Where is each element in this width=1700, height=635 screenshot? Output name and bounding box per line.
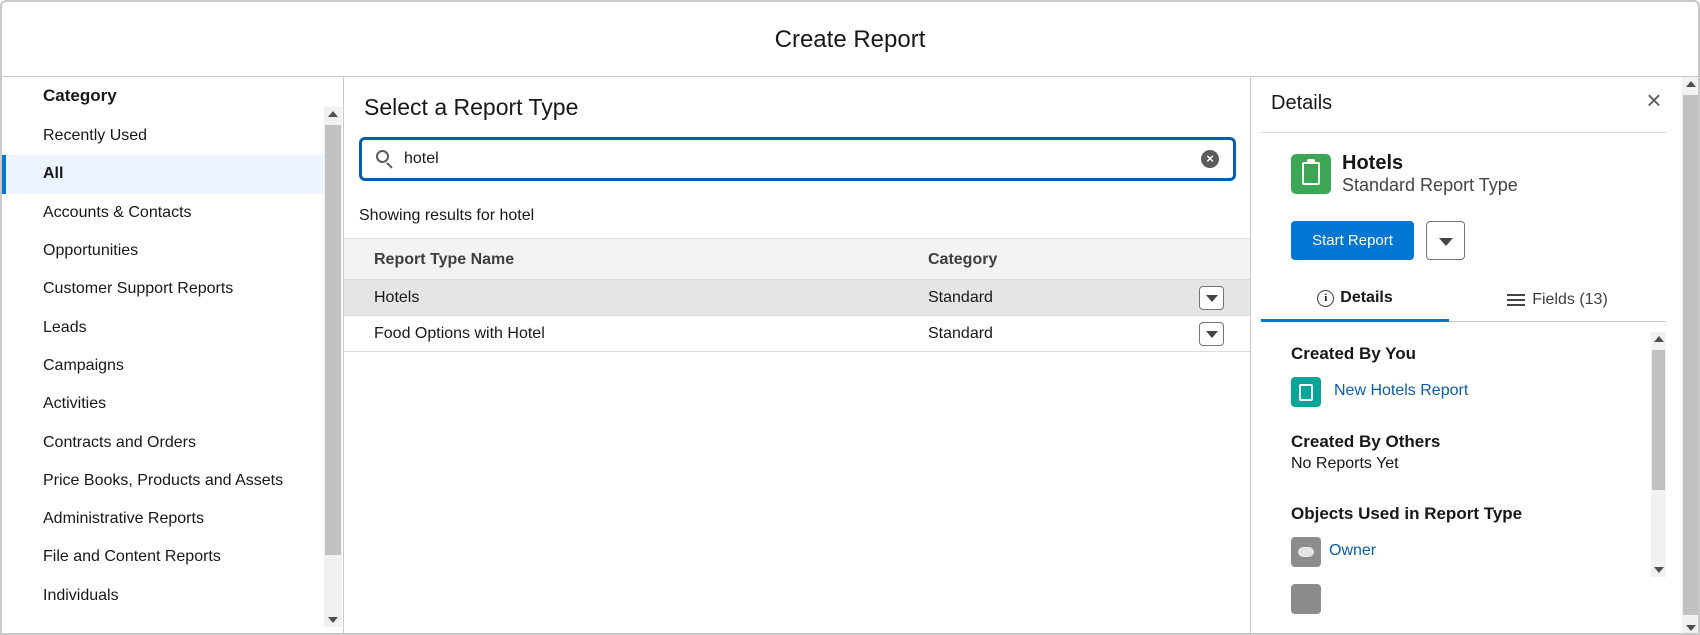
results-note: Showing results for hotel — [359, 207, 535, 224]
category-item-all[interactable]: All — [2, 155, 324, 194]
category-item-contracts-orders[interactable]: Contracts and Orders — [2, 423, 324, 461]
modal-title: Create Report — [774, 26, 926, 53]
create-report-modal: Create Report Category Recently Used All… — [0, 0, 1700, 635]
sidebar-scroll-thumb[interactable] — [325, 125, 341, 555]
scroll-up-arrow[interactable] — [1653, 336, 1664, 342]
table-header: Report Type Name Category — [344, 238, 1250, 280]
category-item-administrative-reports[interactable]: Administrative Reports — [2, 500, 324, 538]
category-item-price-books[interactable]: Price Books, Products and Assets — [2, 462, 324, 500]
row-category: Standard — [928, 289, 993, 306]
report-icon — [1291, 377, 1321, 407]
category-sidebar: Category Recently Used All Accounts & Co… — [2, 77, 344, 633]
details-scrollbar[interactable] — [1651, 332, 1666, 577]
column-header-name[interactable]: Report Type Name — [374, 251, 514, 269]
scroll-down-arrow[interactable] — [328, 617, 338, 623]
new-hotels-report-link[interactable]: New Hotels Report — [1334, 382, 1468, 400]
category-item-recently-used[interactable]: Recently Used — [2, 117, 324, 155]
category-item-customer-support-reports[interactable]: Customer Support Reports — [2, 270, 324, 308]
object-icon — [1291, 584, 1321, 614]
sidebar-scrollbar[interactable] — [324, 107, 342, 627]
details-body: Created By You New Hotels Report Created… — [1261, 322, 1666, 633]
page-scroll-thumb[interactable] — [1683, 95, 1698, 615]
start-report-button[interactable]: Start Report — [1291, 221, 1414, 260]
owner-object-link[interactable]: Owner — [1329, 542, 1376, 560]
row-name: Hotels — [374, 289, 420, 306]
report-type-icon — [1291, 154, 1331, 194]
details-tabs: i Details Fields (13) — [1261, 277, 1666, 322]
category-item-opportunities[interactable]: Opportunities — [2, 232, 324, 270]
tab-fields-label: Fields (13) — [1532, 290, 1608, 308]
category-item-campaigns[interactable]: Campaigns — [2, 347, 324, 385]
table-row[interactable]: Hotels Standard — [344, 280, 1250, 316]
owner-object-icon — [1291, 537, 1321, 567]
search-icon — [376, 150, 394, 169]
category-item-leads[interactable]: Leads — [2, 308, 324, 346]
report-type-subtitle: Standard Report Type — [1342, 175, 1518, 195]
row-category: Standard — [928, 325, 993, 342]
tab-details-label: Details — [1340, 289, 1393, 306]
more-actions-chevron-down-icon[interactable] — [1426, 221, 1465, 260]
row-menu-chevron-down-icon[interactable] — [1199, 322, 1224, 346]
objects-heading: Objects Used in Report Type — [1291, 504, 1523, 523]
tab-fields[interactable]: Fields (13) — [1449, 277, 1666, 322]
row-menu-chevron-down-icon[interactable] — [1199, 286, 1224, 310]
clear-search-icon[interactable]: × — [1201, 150, 1219, 168]
search-input[interactable] — [404, 150, 1184, 168]
created-by-you-heading: Created By You — [1291, 344, 1417, 363]
page-scrollbar[interactable] — [1682, 77, 1698, 633]
category-item-file-content-reports[interactable]: File and Content Reports — [2, 538, 324, 576]
scroll-down-arrow[interactable] — [1686, 625, 1696, 631]
category-item-activities[interactable]: Activities — [2, 385, 324, 423]
category-item-individuals[interactable]: Individuals — [2, 577, 324, 615]
scroll-up-arrow[interactable] — [1686, 81, 1696, 87]
report-type-name: Hotels — [1342, 152, 1404, 174]
scroll-down-arrow[interactable] — [1653, 567, 1664, 573]
category-heading: Category — [43, 86, 117, 105]
tab-details[interactable]: i Details — [1261, 277, 1449, 322]
category-item-accounts-contacts[interactable]: Accounts & Contacts — [2, 194, 324, 232]
report-type-heading: Select a Report Type — [364, 94, 579, 120]
no-reports-text: No Reports Yet — [1291, 455, 1399, 472]
details-divider — [1261, 132, 1666, 133]
category-list: Recently Used All Accounts & Contacts Op… — [2, 117, 324, 615]
row-name: Food Options with Hotel — [374, 325, 545, 342]
info-icon: i — [1317, 289, 1335, 307]
created-by-others-heading: Created By Others — [1291, 432, 1441, 451]
details-scroll-thumb[interactable] — [1652, 350, 1665, 490]
details-title: Details — [1271, 92, 1333, 114]
report-type-table: Report Type Name Category Hotels Standar… — [344, 238, 1250, 352]
report-type-search[interactable]: × — [359, 137, 1236, 181]
close-icon[interactable]: × — [1643, 87, 1665, 113]
column-header-category[interactable]: Category — [928, 251, 997, 269]
table-row[interactable]: Food Options with Hotel Standard — [344, 316, 1250, 352]
modal-header: Create Report — [2, 2, 1698, 77]
details-panel: Details × Hotels Standard Report Type St… — [1250, 77, 1682, 633]
list-icon — [1507, 293, 1526, 307]
report-type-panel: Select a Report Type × Showing results f… — [344, 77, 1250, 633]
scroll-up-arrow[interactable] — [328, 111, 338, 117]
